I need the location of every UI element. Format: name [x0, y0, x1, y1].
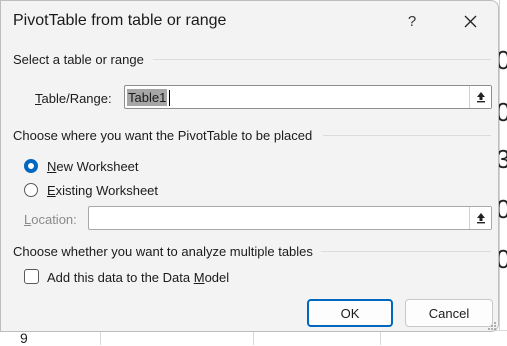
sheet-bottom-row: 9: [0, 330, 507, 345]
sheet-gridline: [100, 331, 101, 345]
sheet-cell-text: 9: [20, 330, 28, 346]
label-text: Add this data to the Data: [47, 270, 194, 285]
section-select-heading: Select a table or range: [13, 52, 144, 67]
ok-button[interactable]: OK: [307, 299, 393, 327]
dialog-title: PivotTable from table or range: [13, 12, 227, 29]
help-button[interactable]: ?: [397, 7, 427, 35]
label-text: able/Range:: [41, 91, 112, 106]
access-key: E: [47, 183, 56, 198]
section-divider: [321, 251, 491, 252]
location-collapse-button[interactable]: [469, 207, 491, 229]
table-range-input[interactable]: Table1: [124, 85, 492, 109]
section-multiple-heading: Choose whether you want to analyze multi…: [13, 244, 313, 259]
table-range-label: Table/Range:: [35, 91, 112, 106]
resize-grip-icon[interactable]: [487, 321, 497, 331]
data-model-checkbox[interactable]: [24, 269, 39, 284]
new-worksheet-label[interactable]: New Worksheet: [47, 159, 139, 174]
new-worksheet-radio[interactable]: [24, 159, 38, 173]
cancel-button[interactable]: Cancel: [405, 299, 493, 327]
existing-worksheet-radio[interactable]: [24, 183, 38, 197]
section-placement-heading: Choose where you want the PivotTable to …: [13, 128, 313, 143]
label-text: ew Worksheet: [56, 159, 139, 174]
pivottable-dialog: PivotTable from table or range ? Select …: [0, 0, 499, 332]
access-key: N: [47, 159, 57, 174]
access-key: M: [193, 270, 205, 285]
label-text: ocation:: [31, 212, 77, 227]
sheet-gridline: [253, 331, 254, 345]
text-caret: [169, 90, 170, 106]
table-range-collapse-button[interactable]: [469, 86, 491, 108]
label-text: xisting Worksheet: [55, 183, 159, 198]
sheet-gridline: [380, 331, 381, 345]
section-divider: [323, 135, 491, 136]
section-divider: [153, 59, 491, 60]
collapse-dialog-icon: [476, 213, 485, 224]
existing-worksheet-label[interactable]: Existing Worksheet: [47, 183, 158, 198]
location-label: Location:: [24, 212, 77, 227]
label-text: odel: [204, 270, 230, 285]
location-input[interactable]: [88, 206, 492, 230]
help-icon: ?: [407, 12, 417, 30]
table-range-value: Table1: [127, 89, 168, 106]
data-model-label[interactable]: Add this data to the Data Model: [47, 270, 229, 285]
close-button[interactable]: [454, 7, 486, 35]
close-icon: [464, 15, 476, 27]
collapse-dialog-icon: [476, 92, 485, 103]
